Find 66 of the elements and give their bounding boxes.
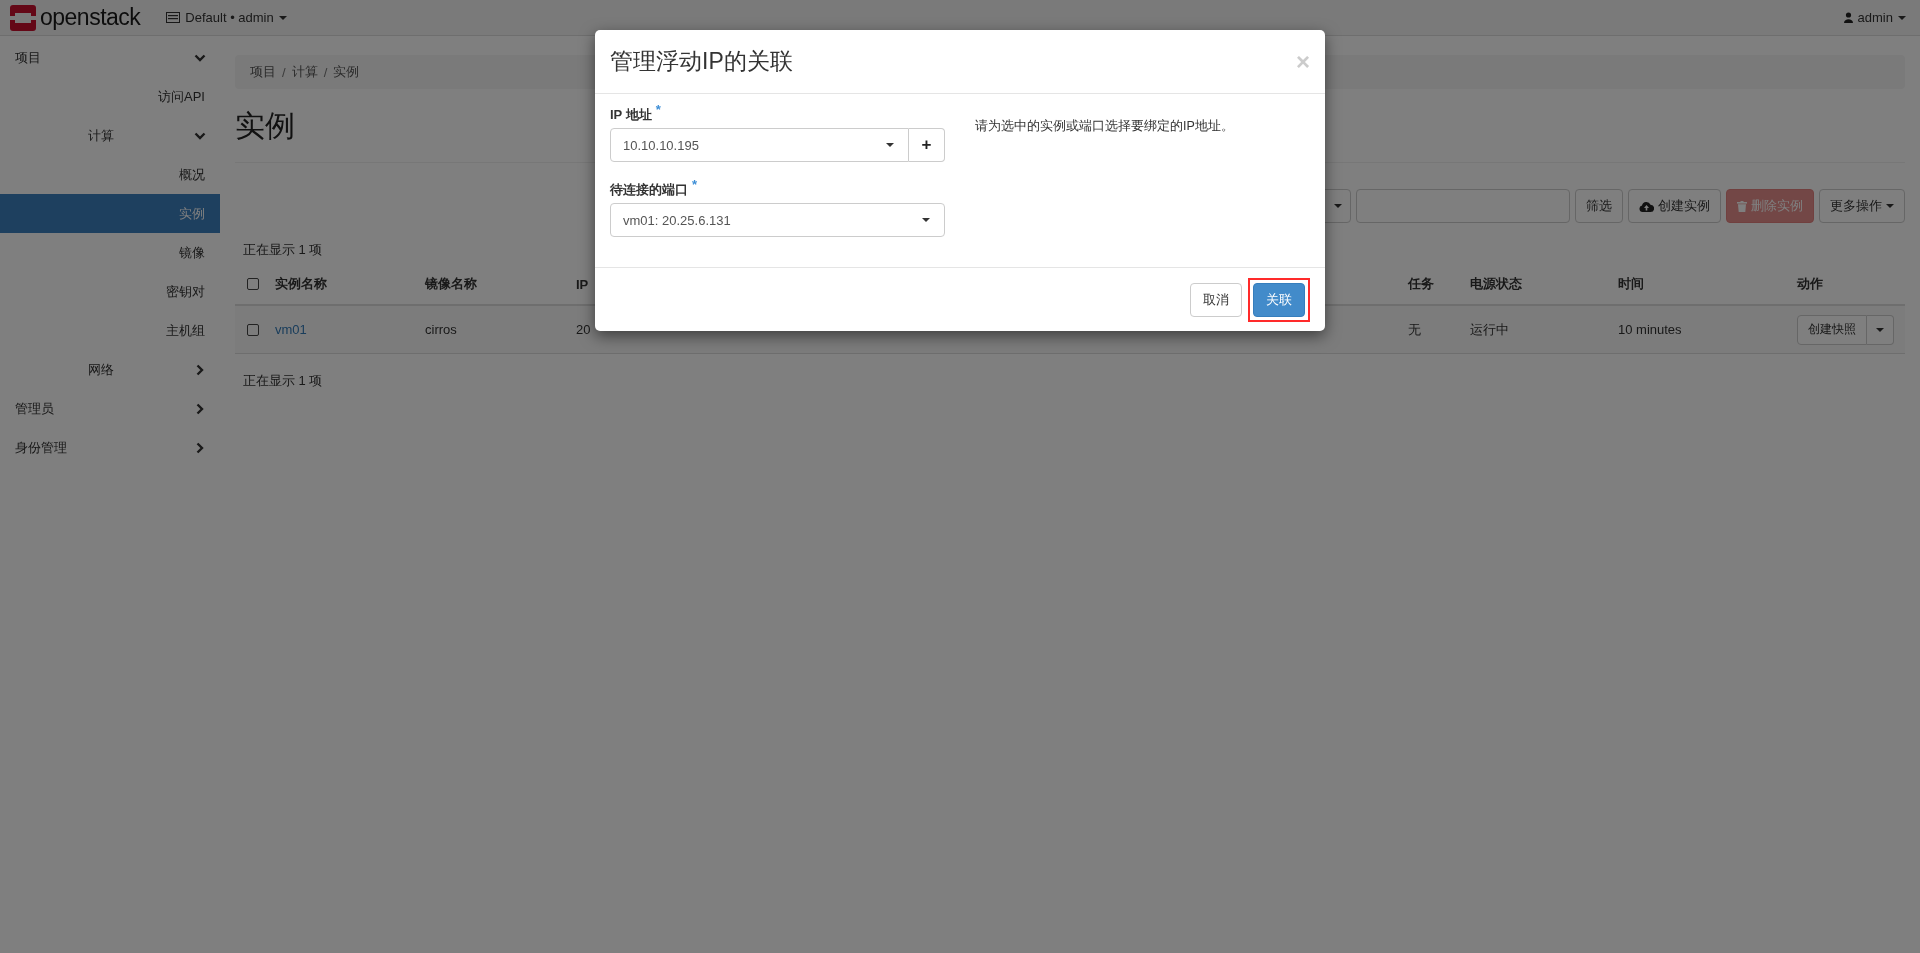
column-header[interactable]: IP [576,276,589,292]
column-header[interactable]: 镜像名称 [425,275,477,293]
actions-dropdown-button[interactable] [1867,314,1894,345]
server-icon [166,12,181,23]
sidebar-group[interactable]: 管理员 [0,389,220,428]
user-icon [1843,12,1853,23]
table-cell: cirros [425,322,457,337]
field-label: IP 地址 [610,106,652,124]
caret-icon [1898,15,1906,20]
sidebar-item[interactable]: 实例 [0,194,220,233]
more-actions-button[interactable]: 更多操作 [1819,189,1905,223]
caret-icon [278,15,287,20]
breadcrumb-separator: / [282,64,286,80]
table-cell: 运行中 [1470,320,1509,339]
column-header[interactable]: 时间 [1618,275,1644,293]
sidebar-group[interactable]: 计算 [0,116,220,155]
create-snapshot-button[interactable]: 创建快照 [1797,314,1867,345]
field-label: 待连接的端口 [610,181,688,199]
chevron-right-icon [194,363,206,376]
required-mark: * [692,177,698,192]
column-header[interactable]: 电源状态 [1470,275,1522,293]
modal-title: 管理浮动IP的关联 [610,47,793,76]
item-count: 正在显示 1 项 [242,372,324,390]
table-cell: 20 [576,322,591,337]
sidebar-group[interactable]: 网络 [0,350,220,389]
select-field[interactable]: vm01: 20.25.6.131 [610,203,945,237]
sidebar-item[interactable]: 镜像 [0,233,220,272]
caret-icon [886,143,894,147]
filter-button[interactable]: 筛选 [1575,189,1623,223]
caret-icon [1334,204,1342,208]
logo[interactable]: openstack [10,4,141,31]
sidebar-item[interactable]: 主机组 [0,311,220,350]
sidebar-item[interactable]: 访问API [0,77,220,116]
caret-icon [1886,204,1894,208]
chevron-right-icon [194,402,206,415]
cloud-upload-icon [1639,200,1654,212]
row-checkbox[interactable] [247,323,259,336]
column-header[interactable]: 实例名称 [275,275,327,293]
logo-icon [10,4,36,31]
chevron-right-icon [194,441,206,454]
item-count: 正在显示 1 项 [242,241,324,259]
filter-field[interactable] [1356,189,1570,223]
help-text: 请为选中的实例或端口选择要绑定的IP地址。 [975,118,1234,135]
table-cell: 无 [1408,320,1421,339]
column-header[interactable]: 任务 [1408,275,1434,293]
sidebar-item[interactable]: 密钥对 [0,272,220,311]
user-menu[interactable]: admin [1843,10,1906,25]
breadcrumb-separator: / [323,64,328,80]
create-instance-button[interactable]: 创建实例 [1628,189,1721,223]
associate-button[interactable]: 关联 [1253,282,1305,317]
add-button[interactable]: + [909,128,945,162]
table-cell: 10 minutes [1618,322,1682,337]
select-all-checkbox[interactable] [247,278,259,290]
breadcrumb-item[interactable]: 计算 [291,63,318,81]
caret-icon [922,218,930,222]
select-field[interactable]: 10.10.10.195 [610,128,909,162]
cancel-button[interactable]: 取消 [1190,282,1242,317]
caret-icon [1876,327,1884,332]
instance-link[interactable]: vm01 [275,322,307,337]
sidebar-group[interactable]: 项目 [0,38,220,77]
sidebar-group[interactable]: 身份管理 [0,428,220,467]
breadcrumb-item[interactable]: 实例 [333,63,360,81]
breadcrumb-item[interactable]: 项目 [250,63,276,81]
column-header[interactable]: 动作 [1797,275,1823,293]
project-menu[interactable]: Default • admin [166,10,287,25]
sidebar-item[interactable]: 概况 [0,155,220,194]
